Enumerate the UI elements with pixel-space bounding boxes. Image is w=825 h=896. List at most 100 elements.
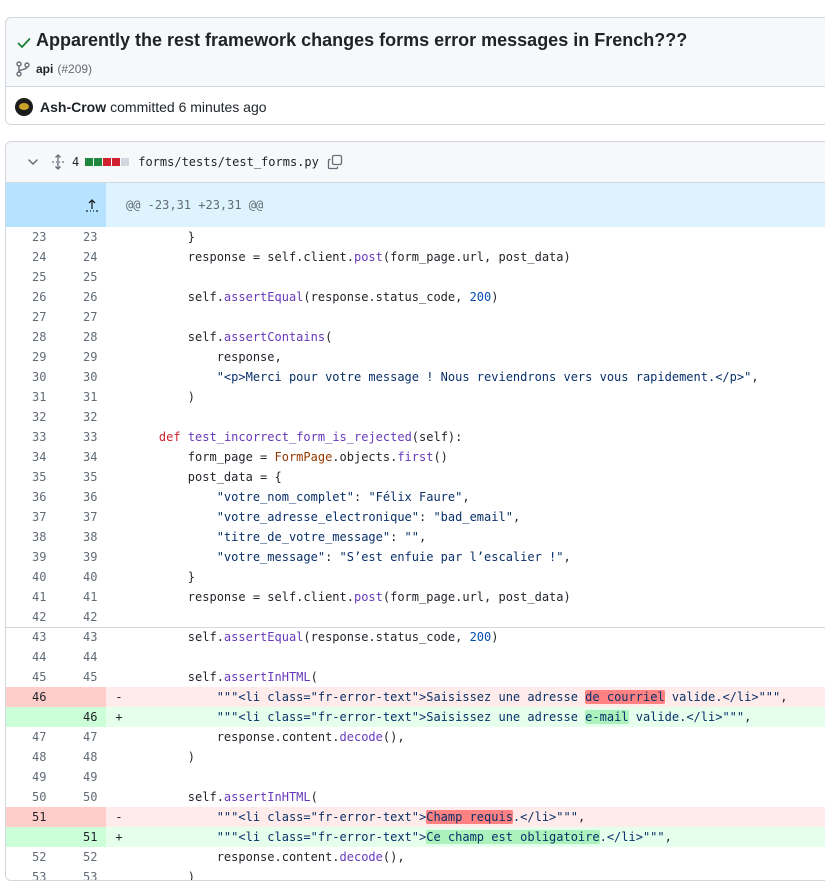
old-line-number[interactable]: 52 <box>6 847 56 867</box>
new-line-number[interactable]: 23 <box>56 227 106 247</box>
old-line-number[interactable]: 23 <box>6 227 56 247</box>
old-line-number[interactable]: 32 <box>6 407 56 427</box>
old-line-number[interactable]: 33 <box>6 427 56 447</box>
new-line-number[interactable]: 48 <box>56 747 106 767</box>
old-line-number[interactable]: 26 <box>6 287 56 307</box>
hunk-header-row: @@ -23,31 +23,31 @@ <box>6 183 825 227</box>
old-line-number[interactable]: 39 <box>6 547 56 567</box>
diff-marker <box>106 787 126 807</box>
new-line-number[interactable]: 50 <box>56 787 106 807</box>
file-path[interactable]: forms/tests/test_forms.py <box>138 155 319 169</box>
old-line-number[interactable]: 31 <box>6 387 56 407</box>
old-line-number[interactable]: 46 <box>6 687 56 707</box>
old-line-number[interactable]: 37 <box>6 507 56 527</box>
new-line-number[interactable]: 47 <box>56 727 106 747</box>
new-line-number[interactable]: 32 <box>56 407 106 427</box>
expand-up-icon[interactable] <box>84 197 100 213</box>
old-line-number[interactable]: 51 <box>6 807 56 827</box>
new-line-number[interactable] <box>56 687 106 707</box>
old-line-number[interactable]: 29 <box>6 347 56 367</box>
old-line-number[interactable]: 44 <box>6 647 56 667</box>
old-line-number[interactable]: 25 <box>6 267 56 287</box>
old-line-number[interactable]: 30 <box>6 367 56 387</box>
expand-all-icon[interactable] <box>50 154 66 170</box>
author-bar: Ash-Crow committed 6 minutes ago <box>6 86 825 124</box>
old-line-number[interactable]: 49 <box>6 767 56 787</box>
new-line-number[interactable]: 40 <box>56 567 106 587</box>
code-line: } <box>126 227 825 247</box>
new-line-number[interactable]: 28 <box>56 327 106 347</box>
check-icon[interactable] <box>16 35 32 51</box>
new-line-number[interactable]: 36 <box>56 487 106 507</box>
old-line-number[interactable]: 24 <box>6 247 56 267</box>
diff-marker <box>106 407 126 427</box>
new-line-number[interactable]: 53 <box>56 867 106 880</box>
code-token: self. <box>130 790 224 804</box>
new-line-number[interactable]: 31 <box>56 387 106 407</box>
new-line-number[interactable]: 52 <box>56 847 106 867</box>
old-line-number[interactable]: 45 <box>6 667 56 687</box>
avatar[interactable] <box>15 97 33 116</box>
old-line-number[interactable]: 28 <box>6 327 56 347</box>
branch-row: api (#209) <box>16 61 92 77</box>
new-line-number[interactable]: 39 <box>56 547 106 567</box>
context-line: 36 36 "votre_nom_complet": "Félix Faure", <box>6 487 825 507</box>
new-line-number[interactable]: 27 <box>56 307 106 327</box>
new-line-number[interactable]: 43 <box>56 626 106 647</box>
new-line-number[interactable]: 38 <box>56 527 106 547</box>
old-line-number[interactable] <box>6 827 56 847</box>
new-line-number[interactable]: 35 <box>56 467 106 487</box>
new-line-number[interactable]: 29 <box>56 347 106 367</box>
new-line-number[interactable]: 33 <box>56 427 106 447</box>
new-line-number[interactable]: 24 <box>56 247 106 267</box>
code-token: decode <box>339 850 383 864</box>
old-line-number[interactable]: 42 <box>6 607 56 627</box>
chevron-down-icon[interactable] <box>26 155 40 169</box>
new-line-number[interactable]: 49 <box>56 767 106 787</box>
new-line-number[interactable]: 46 <box>56 707 106 727</box>
old-line-number[interactable] <box>6 707 56 727</box>
old-line-number[interactable]: 48 <box>6 747 56 767</box>
new-line-number[interactable]: 51 <box>56 827 106 847</box>
hunk-header: @@ -23,31 +23,31 @@ <box>106 183 825 227</box>
code-line: response, <box>126 347 825 367</box>
old-line-number[interactable]: 40 <box>6 567 56 587</box>
commit-title-row: Apparently the rest framework changes fo… <box>16 30 687 51</box>
expand-up-gutter[interactable] <box>6 183 106 227</box>
branch-link[interactable]: api <box>36 62 53 76</box>
diff-marker <box>106 307 126 327</box>
code-line: self.assertContains( <box>126 327 825 347</box>
old-line-number[interactable]: 43 <box>6 626 56 647</box>
new-line-number[interactable]: 37 <box>56 507 106 527</box>
new-line-number[interactable]: 26 <box>56 287 106 307</box>
new-line-number[interactable]: 45 <box>56 667 106 687</box>
new-line-number[interactable]: 30 <box>56 367 106 387</box>
diffstat <box>85 158 130 166</box>
old-line-number[interactable]: 34 <box>6 447 56 467</box>
author-name[interactable]: Ash-Crow <box>40 99 106 115</box>
old-line-number[interactable]: 38 <box>6 527 56 547</box>
old-line-number[interactable]: 53 <box>6 867 56 880</box>
old-line-number[interactable]: 27 <box>6 307 56 327</box>
copy-icon[interactable] <box>327 154 343 170</box>
context-line: 35 35 post_data = { <box>6 467 825 487</box>
old-line-number[interactable]: 36 <box>6 487 56 507</box>
context-line: 53 53 ) <box>6 867 825 880</box>
pull-request-link[interactable]: (#209) <box>57 62 92 76</box>
new-line-number[interactable]: 42 <box>56 607 106 627</box>
code-token: "<p>Merci pour votre message ! Nous revi… <box>216 370 752 384</box>
new-line-number[interactable]: 34 <box>56 447 106 467</box>
old-line-number[interactable]: 41 <box>6 587 56 607</box>
old-line-number[interactable]: 47 <box>6 727 56 747</box>
new-line-number[interactable]: 25 <box>56 267 106 287</box>
code-line <box>126 647 825 667</box>
code-token: """<li class="fr-error-text">Saisissez u… <box>216 710 586 724</box>
new-line-number[interactable] <box>56 807 106 827</box>
old-line-number[interactable]: 35 <box>6 467 56 487</box>
new-line-number[interactable]: 41 <box>56 587 106 607</box>
code-token: .</li>""" <box>512 810 578 824</box>
new-line-number[interactable]: 44 <box>56 647 106 667</box>
old-line-number[interactable]: 50 <box>6 787 56 807</box>
